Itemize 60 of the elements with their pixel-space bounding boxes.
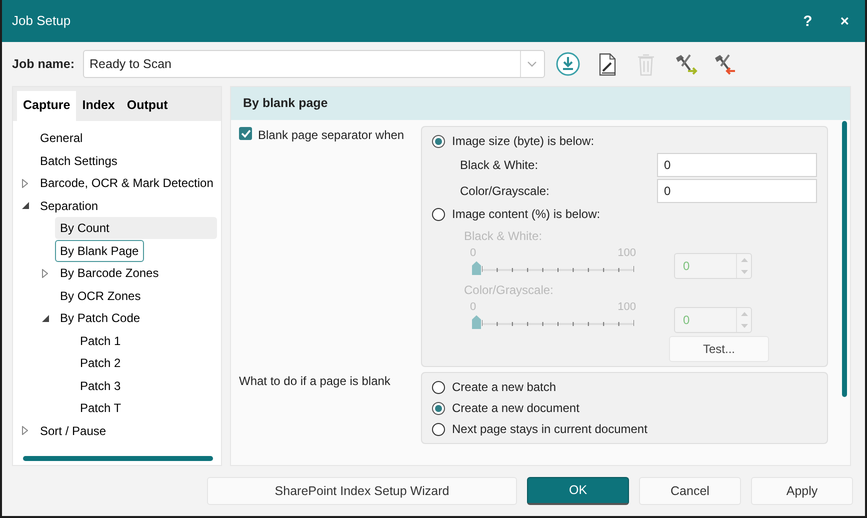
expanded-triangle-icon[interactable] <box>42 314 48 322</box>
field-label: Black & White: <box>464 228 544 245</box>
radio-label: Create a new batch <box>452 379 556 396</box>
tree-item[interactable]: Patch 1 <box>75 330 126 352</box>
tab[interactable]: Output <box>120 91 174 121</box>
tree-item[interactable]: By Blank Page <box>55 240 144 262</box>
radio-label: Create a new document <box>452 400 580 418</box>
collapsed-triangle-icon[interactable] <box>22 426 28 435</box>
checkbox-label: Blank page separator when <box>258 126 404 144</box>
slider-max-label: 100 <box>618 300 636 315</box>
tree-item[interactable]: By Patch Code <box>55 307 146 329</box>
close-button[interactable]: × <box>834 14 855 28</box>
field-label: Black & White: <box>460 156 540 174</box>
window-title: Job Setup <box>12 12 71 30</box>
text-field[interactable]: 0 <box>657 178 817 203</box>
horizontal-scrollbar[interactable] <box>23 456 213 461</box>
dialog-button[interactable]: Apply <box>751 477 853 505</box>
expanded-triangle-icon[interactable] <box>22 202 28 209</box>
test-button[interactable]: Test... <box>669 336 769 362</box>
radio-button[interactable] <box>432 380 445 394</box>
vertical-scrollbar[interactable] <box>842 121 847 397</box>
help-button[interactable]: ? <box>797 14 818 28</box>
radio-label: Next page stays in current document <box>452 421 648 438</box>
tree-item[interactable]: Patch 2 <box>75 352 126 374</box>
tab[interactable]: Capture <box>17 91 76 121</box>
tree-item[interactable]: By Count <box>55 217 217 239</box>
tree-item[interactable]: Batch Settings <box>35 150 122 172</box>
ok-button[interactable]: OK <box>527 477 629 505</box>
dialog-button[interactable]: SharePoint Index Setup Wizard <box>207 477 517 505</box>
tree-item[interactable]: Sort / Pause <box>35 420 112 442</box>
tree-item[interactable]: Patch 3 <box>75 374 126 396</box>
tree-item[interactable]: Barcode, OCR & Mark Detection <box>35 172 218 194</box>
tab[interactable]: Index <box>76 91 121 121</box>
chevron-down-icon <box>527 61 538 67</box>
text-field[interactable]: 0 <box>657 152 817 177</box>
slider-min-label: 0 <box>470 300 476 315</box>
radio-button[interactable] <box>432 402 445 415</box>
collapsed-triangle-icon[interactable] <box>22 178 28 188</box>
tree-item[interactable]: General <box>35 127 88 149</box>
panel-header: By blank page <box>231 87 850 120</box>
tree-item[interactable]: By OCR Zones <box>55 284 146 306</box>
radio-button[interactable] <box>432 208 445 221</box>
field-label: Color/Grayscale: <box>460 182 550 200</box>
download-icon[interactable] <box>554 50 582 78</box>
radio-button[interactable] <box>432 134 445 148</box>
dialog-button[interactable]: Cancel <box>639 477 741 505</box>
job-name-label: Job name: <box>12 56 75 73</box>
tree-item[interactable]: Separation <box>35 194 104 216</box>
tree-item[interactable]: Patch T <box>75 397 126 419</box>
field-label: Color/Grayscale: <box>464 282 554 299</box>
slider-max-label: 100 <box>618 246 636 261</box>
job-name-combo[interactable]: Ready to Scan <box>82 50 545 78</box>
tree-item[interactable]: By Barcode Zones <box>55 262 164 284</box>
collapsed-triangle-icon[interactable] <box>42 268 48 278</box>
radio-label: Image size (byte) is below: <box>452 133 594 150</box>
radio-label: Image content (%) is below: <box>452 206 600 224</box>
slider-min-label: 0 <box>470 246 476 261</box>
action-label: What to do if a page is blank <box>239 372 390 390</box>
checkbox[interactable] <box>239 126 252 140</box>
radio-button[interactable] <box>432 422 445 436</box>
